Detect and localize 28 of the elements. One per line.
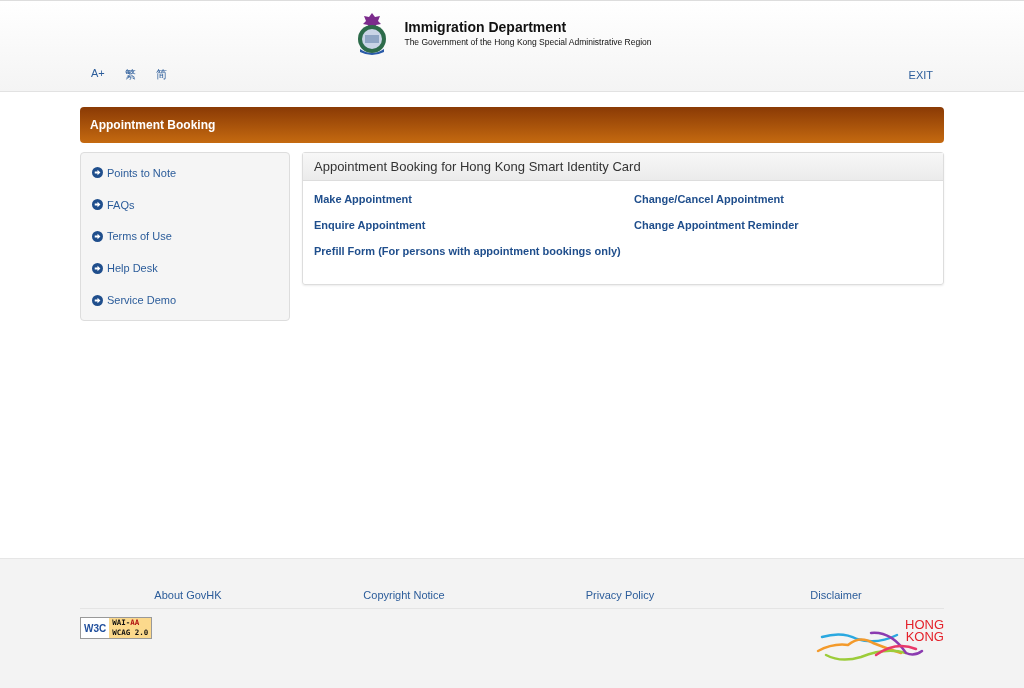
arrow-circle-icon xyxy=(92,231,103,242)
booking-link[interactable]: Prefill Form (For persons with appointment bookings only) xyxy=(314,245,634,257)
exit-link[interactable]: EXIT xyxy=(908,68,933,81)
footer-link[interactable]: Copyright Notice xyxy=(363,589,445,601)
booking-link[interactable]: Change/Cancel Appointment xyxy=(634,193,932,205)
department-title: Immigration Department xyxy=(404,19,568,35)
section-banner: Appointment Booking xyxy=(80,107,944,143)
language-link[interactable]: 繁 xyxy=(124,67,136,82)
footer-link[interactable]: Disclaimer xyxy=(810,589,862,601)
sidebar-link[interactable]: Terms of Use xyxy=(92,220,279,253)
language-link[interactable]: A+ xyxy=(91,67,105,82)
booking-link[interactable]: Make Appointment xyxy=(314,193,634,205)
booking-link[interactable]: Enquire Appointment xyxy=(314,219,634,231)
panel-heading: Appointment Booking for Hong Kong Smart Identity Card xyxy=(303,153,943,181)
arrow-circle-icon xyxy=(92,199,103,211)
sidebar-link[interactable]: FAQs xyxy=(92,188,279,221)
booking-link[interactable]: Change Appointment Reminder xyxy=(634,219,932,231)
sidebar-link[interactable]: Help Desk xyxy=(92,252,279,285)
footer-link[interactable]: About GovHK xyxy=(154,589,222,601)
arrow-circle-icon xyxy=(92,262,103,274)
sidebar-link[interactable]: Service Demo xyxy=(92,284,279,316)
footer-link[interactable]: Privacy Policy xyxy=(585,589,655,601)
arrow-circle-icon xyxy=(92,167,103,179)
language-link[interactable]: 简 xyxy=(155,67,167,82)
hong-kong-wordmark: HONG KONG xyxy=(905,619,944,643)
government-subtitle: The Government of the Hong Kong Special Administrative Region xyxy=(404,37,652,47)
arrow-circle-icon xyxy=(92,294,103,306)
sidebar-link[interactable]: Points to Note xyxy=(92,157,279,189)
